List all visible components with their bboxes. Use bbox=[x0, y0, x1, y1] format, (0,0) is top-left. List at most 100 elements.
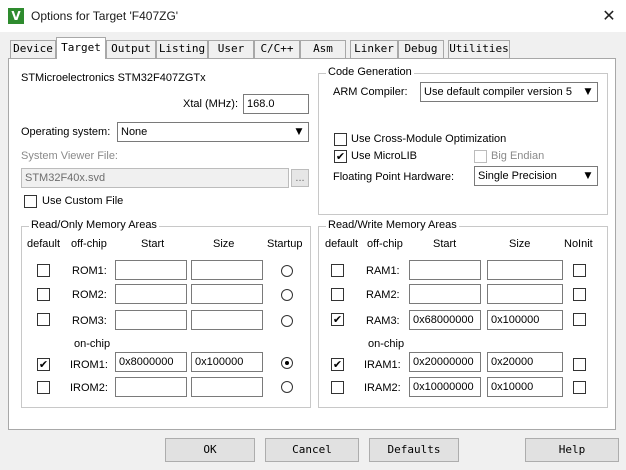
rom-header-default: default bbox=[27, 238, 61, 250]
tab-utilities[interactable]: Utilities bbox=[448, 40, 510, 58]
os-label: Operating system: bbox=[21, 126, 111, 138]
rom3-startup-radio[interactable] bbox=[281, 315, 293, 327]
os-dropdown[interactable]: None ▼ bbox=[117, 122, 309, 142]
ram1-noinit-checkbox[interactable] bbox=[573, 264, 586, 277]
rom1-start-input[interactable] bbox=[115, 260, 187, 280]
tab-listing[interactable]: Listing bbox=[156, 40, 208, 58]
ram3-start-input[interactable]: 0x68000000 bbox=[409, 310, 481, 330]
ram3-default-checkbox[interactable]: ✔ bbox=[331, 313, 344, 326]
ram1-size-input[interactable] bbox=[487, 260, 563, 280]
rom2-start-input[interactable] bbox=[115, 284, 187, 304]
arm-compiler-label: ARM Compiler: bbox=[333, 86, 408, 98]
ram2-label: RAM2: bbox=[366, 289, 400, 301]
ram3-label: RAM3: bbox=[366, 315, 400, 327]
rom3-label: ROM3: bbox=[72, 315, 107, 327]
ram1-label: RAM1: bbox=[366, 265, 400, 277]
iram1-size-input[interactable]: 0x20000 bbox=[487, 352, 563, 372]
iram1-label: IRAM1: bbox=[364, 359, 401, 371]
iram1-noinit-checkbox[interactable] bbox=[573, 358, 586, 371]
radio-selected-icon bbox=[285, 361, 289, 365]
ram-onchip-label: on-chip bbox=[368, 338, 405, 350]
ram2-default-checkbox[interactable] bbox=[331, 288, 344, 301]
irom1-startup-radio[interactable] bbox=[281, 357, 293, 369]
chevron-down-icon: ▼ bbox=[584, 171, 592, 181]
rom2-default-checkbox[interactable] bbox=[37, 288, 50, 301]
rom-onchip-label: on-chip bbox=[74, 338, 111, 350]
chevron-down-icon: ▼ bbox=[295, 127, 303, 137]
irom2-default-checkbox[interactable] bbox=[37, 381, 50, 394]
rom3-size-input[interactable] bbox=[191, 310, 263, 330]
tab-asm[interactable]: Asm bbox=[300, 40, 346, 58]
irom1-start-input[interactable]: 0x8000000 bbox=[115, 352, 187, 372]
rom3-default-checkbox[interactable] bbox=[37, 313, 50, 326]
xtal-input[interactable]: 168.0 bbox=[243, 94, 309, 114]
cancel-button[interactable]: Cancel bbox=[265, 438, 359, 462]
ram-header-size: Size bbox=[509, 238, 531, 250]
svf-label: System Viewer File: bbox=[21, 150, 118, 162]
rom2-size-input[interactable] bbox=[191, 284, 263, 304]
arm-compiler-dropdown[interactable]: Use default compiler version 5 ▼ bbox=[420, 82, 598, 102]
tab-output[interactable]: Output bbox=[106, 40, 156, 58]
iram2-start-input[interactable]: 0x10000000 bbox=[409, 377, 481, 397]
rom-header-size: Size bbox=[213, 238, 235, 250]
defaults-button[interactable]: Defaults bbox=[369, 438, 459, 462]
rom1-label: ROM1: bbox=[72, 265, 107, 277]
irom2-start-input[interactable] bbox=[115, 377, 187, 397]
tab-c-cpp[interactable]: C/C++ bbox=[254, 40, 300, 58]
rom1-startup-radio[interactable] bbox=[281, 265, 293, 277]
tab-device[interactable]: Device bbox=[10, 40, 56, 58]
tab-target[interactable]: Target bbox=[56, 37, 106, 59]
ram1-start-input[interactable] bbox=[409, 260, 481, 280]
iram2-label: IRAM2: bbox=[364, 382, 401, 394]
ram2-noinit-checkbox[interactable] bbox=[573, 288, 586, 301]
ram-area-title: Read/Write Memory Areas bbox=[326, 219, 459, 231]
iram1-default-checkbox[interactable]: ✔ bbox=[331, 358, 344, 371]
rom-header-startup: Startup bbox=[267, 238, 303, 250]
ram-header-offchip: off-chip bbox=[367, 238, 403, 250]
check-icon: ✔ bbox=[38, 358, 49, 371]
irom2-startup-radio[interactable] bbox=[281, 381, 293, 393]
iram2-noinit-checkbox[interactable] bbox=[573, 381, 586, 394]
cross-module-checkbox[interactable] bbox=[334, 133, 347, 146]
irom1-label: IROM1: bbox=[70, 359, 108, 371]
ram3-size-input[interactable]: 0x100000 bbox=[487, 310, 563, 330]
check-icon: ✔ bbox=[335, 150, 346, 163]
irom2-size-input[interactable] bbox=[191, 377, 263, 397]
fpu-dropdown[interactable]: Single Precision ▼ bbox=[474, 166, 598, 186]
ok-button[interactable]: OK bbox=[165, 438, 255, 462]
rom1-size-input[interactable] bbox=[191, 260, 263, 280]
cross-module-label: Use Cross-Module Optimization bbox=[351, 133, 507, 145]
chevron-down-icon: ▼ bbox=[584, 87, 592, 97]
ram-header-default: default bbox=[325, 238, 359, 250]
fpu-label: Floating Point Hardware: bbox=[333, 171, 455, 183]
ram2-start-input[interactable] bbox=[409, 284, 481, 304]
rom1-default-checkbox[interactable] bbox=[37, 264, 50, 277]
iram2-default-checkbox[interactable] bbox=[331, 381, 344, 394]
svf-input[interactable]: STM32F40x.svd bbox=[21, 168, 289, 188]
rom-header-offchip: off-chip bbox=[71, 238, 107, 250]
irom1-default-checkbox[interactable]: ✔ bbox=[37, 358, 50, 371]
tab-debug[interactable]: Debug bbox=[398, 40, 444, 58]
ram1-default-checkbox[interactable] bbox=[331, 264, 344, 277]
iram2-size-input[interactable]: 0x10000 bbox=[487, 377, 563, 397]
ram3-noinit-checkbox[interactable] bbox=[573, 313, 586, 326]
svf-browse-button[interactable]: ... bbox=[291, 169, 309, 187]
irom1-size-input[interactable]: 0x100000 bbox=[191, 352, 263, 372]
iram1-start-input[interactable]: 0x20000000 bbox=[409, 352, 481, 372]
rom-area-title: Read/Only Memory Areas bbox=[29, 219, 159, 231]
microlib-checkbox[interactable]: ✔ bbox=[334, 150, 347, 163]
ram-header-start: Start bbox=[433, 238, 457, 250]
help-button[interactable]: Help bbox=[525, 438, 619, 462]
use-custom-file-checkbox[interactable] bbox=[24, 195, 37, 208]
rom2-startup-radio[interactable] bbox=[281, 289, 293, 301]
fpu-value: Single Precision bbox=[478, 170, 557, 182]
big-endian-checkbox[interactable] bbox=[474, 150, 487, 163]
close-icon[interactable]: ✕ bbox=[596, 4, 622, 28]
ram2-size-input[interactable] bbox=[487, 284, 563, 304]
tab-linker[interactable]: Linker bbox=[350, 40, 398, 58]
keil-app-icon: V bbox=[8, 8, 24, 24]
rom3-start-input[interactable] bbox=[115, 310, 187, 330]
tab-user[interactable]: User bbox=[208, 40, 254, 58]
xtal-label: Xtal (MHz): bbox=[183, 98, 238, 110]
check-icon: ✔ bbox=[332, 313, 343, 326]
